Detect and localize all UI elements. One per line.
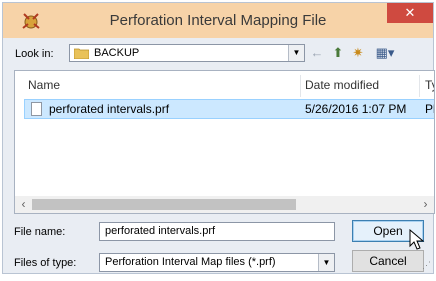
column-header-date[interactable]: Date modified bbox=[305, 71, 379, 99]
file-name-input[interactable]: perforated intervals.prf bbox=[99, 222, 335, 241]
file-name-label: File name: bbox=[14, 226, 66, 238]
column-divider[interactable] bbox=[419, 75, 420, 97]
scroll-left-icon[interactable]: ‹ bbox=[15, 196, 32, 213]
title-bar[interactable]: Perforation Interval Mapping File ✕ bbox=[3, 3, 433, 38]
look-in-dropdown[interactable]: BACKUP ▼ bbox=[69, 44, 305, 62]
look-in-label: Look in: bbox=[15, 48, 54, 60]
new-folder-icon[interactable]: ✷ bbox=[349, 43, 367, 63]
files-of-type-label: Files of type: bbox=[14, 257, 77, 269]
view-menu-icon[interactable]: ▦▾ bbox=[371, 43, 399, 63]
close-button[interactable]: ✕ bbox=[387, 3, 433, 23]
up-folder-icon[interactable]: ⬆ bbox=[329, 43, 347, 63]
scroll-thumb[interactable] bbox=[32, 199, 296, 210]
chevron-down-icon[interactable]: ▼ bbox=[288, 45, 304, 61]
files-of-type-dropdown[interactable]: Perforation Interval Map files (*.prf) ▼ bbox=[99, 253, 335, 272]
mouse-cursor-icon bbox=[409, 229, 425, 250]
back-icon[interactable]: ← bbox=[307, 43, 327, 63]
column-header-type[interactable]: Ty bbox=[425, 71, 434, 99]
sort-arrow-icon: ▲ bbox=[163, 71, 172, 72]
file-date: 5/26/2016 1:07 PM bbox=[305, 102, 407, 116]
column-header-name[interactable]: Name bbox=[28, 71, 60, 99]
window-title: Perforation Interval Mapping File bbox=[109, 12, 327, 29]
file-icon bbox=[31, 102, 42, 116]
horizontal-scrollbar[interactable]: ‹ › bbox=[15, 196, 434, 213]
files-of-type-value: Perforation Interval Map files (*.prf) bbox=[105, 256, 276, 268]
dialog-window: Perforation Interval Mapping File ✕ Look… bbox=[2, 2, 435, 274]
look-in-value: BACKUP bbox=[94, 47, 140, 59]
folder-icon bbox=[74, 48, 89, 59]
file-name: perforated intervals.prf bbox=[49, 102, 170, 116]
cancel-button[interactable]: Cancel bbox=[352, 250, 424, 272]
file-type: Pl bbox=[425, 102, 435, 116]
scroll-right-icon[interactable]: › bbox=[417, 196, 434, 213]
chevron-down-icon[interactable]: ▼ bbox=[318, 254, 334, 271]
file-list[interactable]: Name ▲ Date modified Ty perforated inter… bbox=[14, 70, 435, 214]
file-row[interactable]: perforated intervals.prf 5/26/2016 1:07 … bbox=[24, 99, 435, 119]
column-divider[interactable] bbox=[300, 75, 301, 97]
resize-grip-icon[interactable]: ⋰ bbox=[422, 260, 431, 271]
